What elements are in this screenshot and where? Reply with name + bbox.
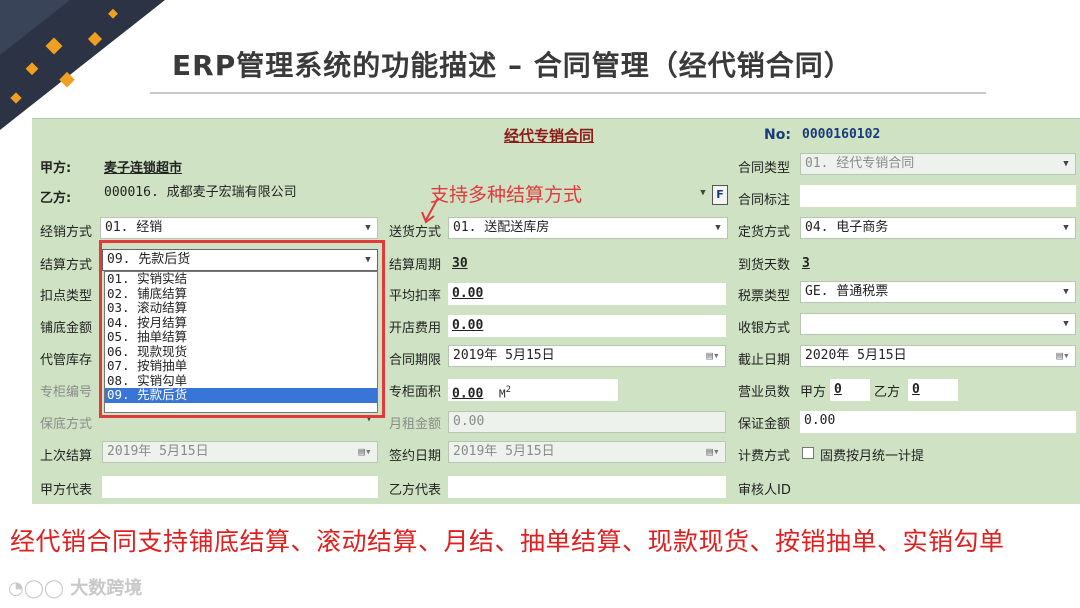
highlight-box xyxy=(99,240,385,418)
billing-label: 计费方式 xyxy=(738,449,791,464)
sales-staff-label: 营业员数 xyxy=(738,385,791,400)
pay-mode-label: 收银方式 xyxy=(738,321,791,336)
tax-type-label: 税票类型 xyxy=(738,289,791,304)
contract-no-label: No: xyxy=(764,127,791,143)
logo-icon: ◔◯◯ xyxy=(8,578,71,599)
contract-type-select[interactable]: 01. 经代专销合同 ▼ xyxy=(800,153,1076,175)
slide-title: ERP管理系统的功能描述 – 合同管理（经代销合同） xyxy=(172,49,853,82)
contract-mark-label: 合同标注 xyxy=(738,193,791,208)
consign-label: 代管库存 xyxy=(40,353,93,368)
party-a-rep-label: 甲方代表 xyxy=(40,483,93,498)
party-a-label: 甲方: xyxy=(40,161,72,176)
party-b-staff-input[interactable]: 0 xyxy=(908,379,958,401)
contract-no-value: 0000160102 xyxy=(802,127,881,142)
open-fee-input[interactable]: 0.00 xyxy=(448,315,726,337)
arrival-days-label: 到货天数 xyxy=(738,258,791,273)
arrival-days-value[interactable]: 3 xyxy=(802,256,810,271)
period-date-picker[interactable]: 2019年 5月15日 ▤▾ xyxy=(448,345,726,367)
avg-deduct-label: 平均扣率 xyxy=(389,289,442,304)
counter-no-label: 专柜编号 xyxy=(40,385,93,400)
period-label: 合同期限 xyxy=(389,353,442,368)
settle-cycle-label: 结算周期 xyxy=(389,258,442,273)
chevron-down-icon: ▼ xyxy=(1063,287,1069,297)
party-a-value[interactable]: 麦子连锁超市 xyxy=(104,157,182,176)
pay-mode-select[interactable]: ▼ xyxy=(800,313,1076,335)
monthly-rent-label: 月租金额 xyxy=(389,417,442,432)
callout-arrow-icon xyxy=(421,197,439,224)
deduct-type-label: 扣点类型 xyxy=(40,289,93,304)
title-divider xyxy=(150,92,986,94)
bottom-description: 经代销合同支持铺底结算、滚动结算、月结、抽单结算、现款现货、按销抽单、实销勾单 xyxy=(10,527,1005,556)
open-fee-label: 开店费用 xyxy=(389,321,442,336)
tax-type-select[interactable]: GE. 普通税票 ▼ xyxy=(800,281,1076,303)
chevron-down-icon: ▼ xyxy=(1063,223,1069,233)
party-b-rep-input[interactable] xyxy=(448,476,726,498)
area-unit: M xyxy=(498,387,506,401)
billing-checkbox[interactable] xyxy=(802,447,814,459)
party-b-select[interactable]: 000016. 成都麦子宏瑞有限公司 ▼ xyxy=(100,183,712,205)
party-b-rep-label: 乙方代表 xyxy=(389,483,442,498)
guarantee-label: 保底方式 xyxy=(40,417,93,432)
area-unit-exponent: 2 xyxy=(505,385,512,395)
sign-date-label: 签约日期 xyxy=(389,449,442,464)
corner-decoration xyxy=(0,0,165,130)
party-b-staff-label: 乙方 xyxy=(874,385,901,400)
chevron-down-icon: ▼ xyxy=(365,223,371,233)
chevron-down-icon: ▼ xyxy=(715,223,721,233)
party-b-label: 乙方: xyxy=(40,191,72,206)
party-a-staff-label: 甲方 xyxy=(800,385,827,400)
order-mode-label: 定货方式 xyxy=(738,225,791,240)
delivery-mode-select[interactable]: 01. 送配送库房 ▼ xyxy=(448,217,728,239)
billing-checkbox-label: 固费按月统一计提 xyxy=(820,449,925,464)
form-title: 经代专销合同 xyxy=(504,127,595,145)
base-amount-label: 铺底金额 xyxy=(40,321,93,336)
avg-deduct-input[interactable]: 0.00 xyxy=(448,283,726,305)
order-mode-select[interactable]: 04. 电子商务 ▼ xyxy=(800,217,1076,239)
settle-cycle-value[interactable]: 30 xyxy=(452,256,468,271)
deposit-input[interactable]: 0.00 xyxy=(800,411,1076,433)
calendar-icon[interactable]: ▤▾ xyxy=(703,444,723,460)
chevron-down-icon: ▼ xyxy=(700,188,706,198)
deposit-label: 保证金额 xyxy=(738,417,791,432)
watermark: ◔◯◯ 大数跨境 xyxy=(8,578,143,599)
auditor-label: 审核人ID xyxy=(738,483,791,498)
counter-area-input[interactable]: 0.00 M2 xyxy=(448,379,618,401)
calendar-icon[interactable]: ▤▾ xyxy=(1053,348,1073,364)
dist-mode-label: 经销方式 xyxy=(40,225,93,240)
contract-mark-input[interactable] xyxy=(800,185,1076,207)
settle-mode-label: 结算方式 xyxy=(40,258,93,273)
party-a-staff-input[interactable]: 0 xyxy=(830,379,870,401)
f-lookup-button[interactable]: F xyxy=(712,185,728,205)
dist-mode-select[interactable]: 01. 经销 ▼ xyxy=(100,217,378,239)
chevron-down-icon: ▼ xyxy=(1063,319,1069,329)
party-a-rep-input[interactable] xyxy=(102,476,378,498)
deadline-label: 截止日期 xyxy=(738,353,791,368)
contract-type-label: 合同类型 xyxy=(738,161,791,176)
counter-area-label: 专柜面积 xyxy=(389,385,442,400)
calendar-icon[interactable]: ▤▾ xyxy=(355,444,375,460)
calendar-icon[interactable]: ▤▾ xyxy=(703,348,723,364)
deadline-date-picker[interactable]: 2020年 5月15日 ▤▾ xyxy=(800,345,1076,367)
callout-text: 支持多种结算方式 xyxy=(430,184,583,206)
chevron-down-icon: ▼ xyxy=(1063,159,1069,169)
last-settle-date-picker[interactable]: 2019年 5月15日 ▤▾ xyxy=(102,441,378,463)
last-settle-label: 上次结算 xyxy=(40,449,93,464)
monthly-rent-input[interactable]: 0.00 xyxy=(448,411,726,433)
sign-date-picker[interactable]: 2019年 5月15日 ▤▾ xyxy=(448,441,726,463)
